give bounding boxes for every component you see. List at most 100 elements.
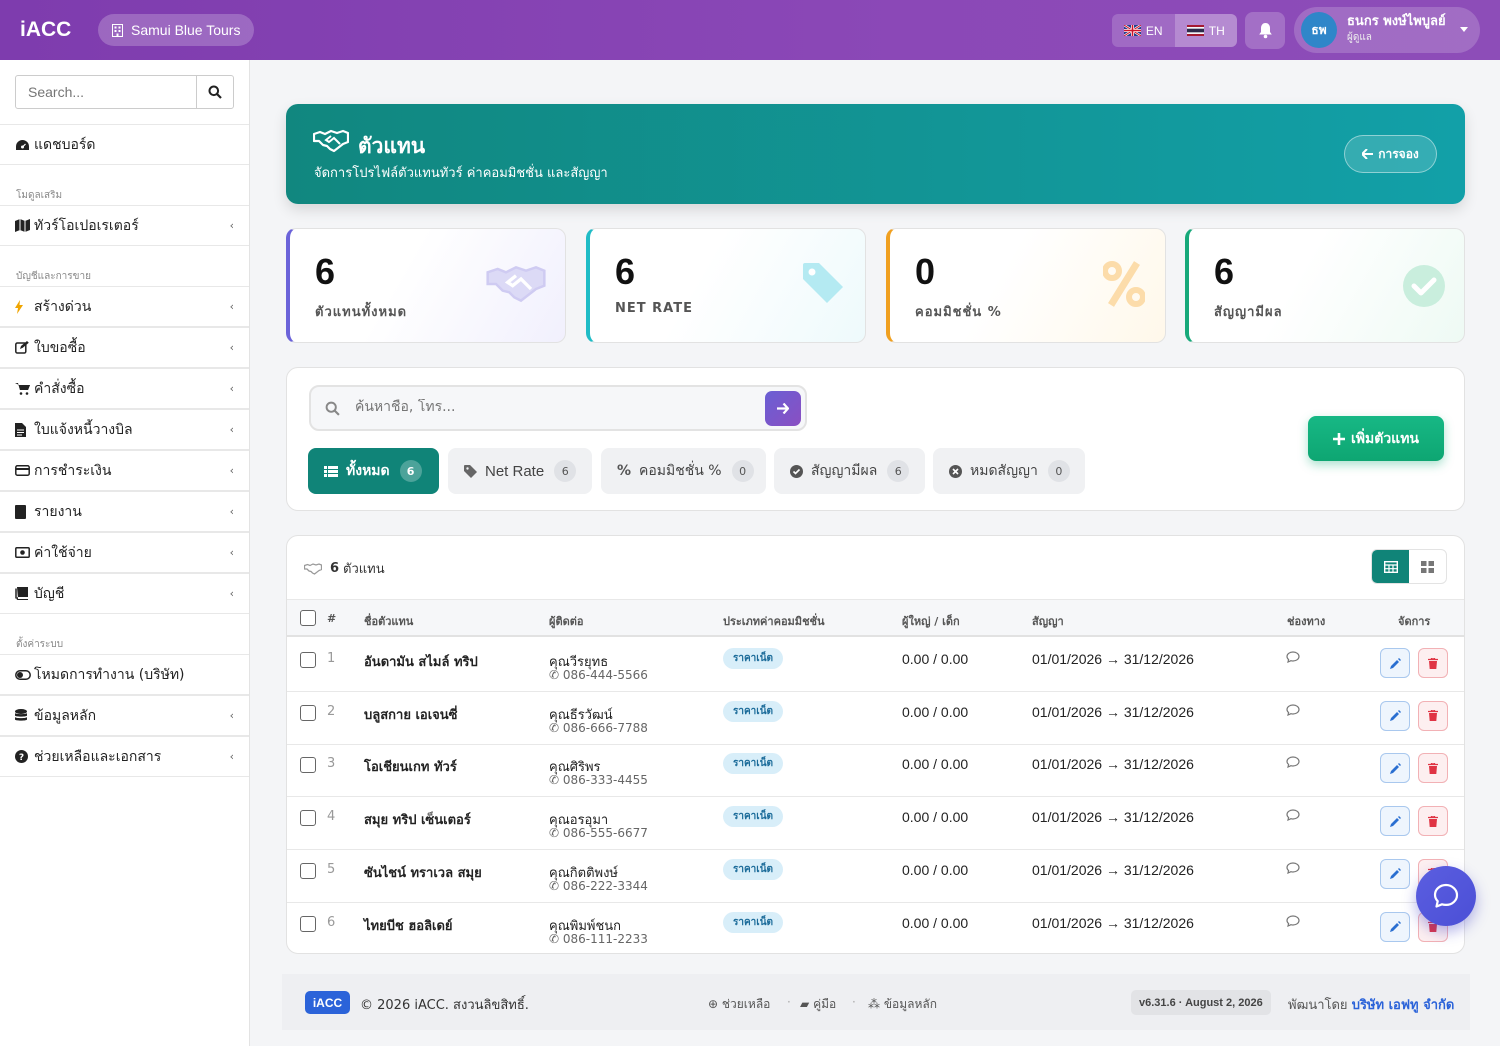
sidebar-item-purchase-order[interactable]: คำสั่งซื้อ ‹ bbox=[0, 368, 249, 409]
chat-button[interactable] bbox=[1416, 866, 1476, 926]
filter-chip-expired[interactable]: หมดสัญญา 0 bbox=[933, 448, 1085, 494]
search-icon bbox=[208, 85, 222, 99]
sidebar-item-help[interactable]: ? ช่วยเหลือและเอกสาร ‹ bbox=[0, 736, 249, 777]
lang-en-button[interactable]: EN bbox=[1112, 14, 1175, 47]
row-checkbox[interactable] bbox=[300, 810, 316, 827]
database-icon bbox=[15, 708, 31, 723]
filter-chip-active-contract[interactable]: สัญญามีผล 6 bbox=[774, 448, 925, 494]
credit-card-icon bbox=[15, 465, 31, 476]
ledger-icon bbox=[15, 587, 31, 600]
filter-chip-all[interactable]: ทั้งหมด 6 bbox=[308, 448, 439, 494]
developer-link[interactable]: บริษัท เอฟทู จำกัด bbox=[1352, 998, 1455, 1013]
row-checkbox[interactable] bbox=[300, 915, 316, 932]
agent-name[interactable]: อันดามัน สไมล์ ทริป bbox=[364, 651, 478, 672]
add-agent-button[interactable]: เพิ่มตัวแทน bbox=[1308, 416, 1444, 461]
sidebar-search-button[interactable] bbox=[196, 76, 233, 108]
delete-button[interactable] bbox=[1418, 806, 1448, 837]
agent-search-input[interactable] bbox=[355, 399, 735, 415]
tag-icon bbox=[803, 263, 843, 303]
footer-manual-link[interactable]: ▰ คู่มือ bbox=[800, 995, 836, 1014]
table-row[interactable]: 4 สมุย ทริป เซ็นเตอร์ คุณอรอุมา ✆ 086-55… bbox=[287, 797, 1464, 851]
sidebar-item-label: บัญชี bbox=[34, 585, 65, 602]
trash-icon bbox=[1428, 762, 1438, 774]
select-all-checkbox[interactable] bbox=[300, 610, 316, 626]
agent-name[interactable]: สมุย ทริป เซ็นเตอร์ bbox=[364, 809, 471, 830]
edit-button[interactable] bbox=[1380, 911, 1410, 942]
sidebar-item-payment[interactable]: การชำระเงิน ‹ bbox=[0, 450, 249, 491]
edit-button[interactable] bbox=[1380, 806, 1410, 837]
delete-button[interactable] bbox=[1418, 648, 1448, 678]
table-row[interactable]: 6 ไทยบีช ฮอลิเดย์ คุณพิมพ์ชนก ✆ 086-111-… bbox=[287, 903, 1464, 954]
sidebar-item-label: ใบขอซื้อ bbox=[34, 339, 86, 356]
arrow-right-icon bbox=[777, 403, 789, 414]
col-channel: ช่องทาง bbox=[1287, 615, 1326, 628]
agent-name[interactable]: โอเชียนเกท ทัวร์ bbox=[364, 756, 457, 777]
add-agent-label: เพิ่มตัวแทน bbox=[1350, 430, 1420, 447]
agent-name[interactable]: บลูสกาย เอเจนซี่ bbox=[364, 704, 458, 725]
edit-button[interactable] bbox=[1380, 858, 1410, 889]
delete-button[interactable] bbox=[1418, 700, 1448, 731]
grid-icon bbox=[1421, 560, 1434, 573]
sidebar-item-master-data[interactable]: ข้อมูลหลัก ‹ bbox=[0, 695, 249, 736]
delete-button[interactable] bbox=[1418, 753, 1448, 784]
footer-master-link[interactable]: ⁂ ข้อมูลหลัก bbox=[868, 995, 937, 1014]
row-number: 1 bbox=[327, 651, 336, 666]
sidebar-search bbox=[15, 75, 234, 109]
table-row[interactable]: 1 อันดามัน สไมล์ ทริป คุณวีรยุทธ ✆ 086-4… bbox=[287, 639, 1464, 692]
chip-count: 0 bbox=[1047, 460, 1070, 482]
search-submit-button[interactable] bbox=[765, 391, 801, 426]
stat-label: ตัวแทนทั้งหมด bbox=[315, 305, 408, 320]
chevron-left-icon: ‹ bbox=[229, 750, 234, 763]
col-actions: จัดการ bbox=[1398, 615, 1431, 628]
table-view-button[interactable] bbox=[1372, 550, 1409, 583]
row-checkbox[interactable] bbox=[300, 652, 316, 668]
sidebar-item-report[interactable]: รายงาน ‹ bbox=[0, 491, 249, 532]
chevron-left-icon: ‹ bbox=[229, 587, 234, 600]
chat-channel-icon bbox=[1286, 862, 1300, 878]
phone-icon: ✆ bbox=[549, 773, 560, 788]
page-header: ตัวแทน จัดการโปรไฟล์ตัวแทนทัวร์ ค่าคอมมิ… bbox=[286, 104, 1465, 204]
sidebar-item-account[interactable]: บัญชี ‹ bbox=[0, 573, 249, 614]
bell-icon bbox=[1258, 23, 1272, 39]
chevron-left-icon: ‹ bbox=[229, 709, 234, 722]
table-row[interactable]: 3 โอเชียนเกท ทัวร์ คุณศิริพร ✆ 086-333-4… bbox=[287, 744, 1464, 798]
user-menu[interactable]: ธพ ธนกร พงษ์ไพบูลย์ ผู้ดูแล bbox=[1294, 7, 1480, 53]
edit-button[interactable] bbox=[1380, 753, 1410, 784]
phone-icon: ✆ bbox=[549, 878, 560, 893]
sidebar-item-expense[interactable]: ค่าใช้จ่าย ‹ bbox=[0, 532, 249, 573]
grid-view-button[interactable] bbox=[1409, 550, 1446, 583]
edit-button[interactable] bbox=[1380, 648, 1410, 678]
app-logo[interactable]: iACC bbox=[20, 18, 98, 42]
sidebar-item-tour-operator[interactable]: ทัวร์โอเปอเรเตอร์ ‹ bbox=[0, 205, 249, 246]
lang-th-button[interactable]: TH bbox=[1174, 14, 1237, 47]
back-to-bookings-button[interactable]: การจอง bbox=[1344, 135, 1437, 173]
trash-icon bbox=[1428, 710, 1438, 722]
agent-name[interactable]: ไทยบีช ฮอลิเดย์ bbox=[364, 915, 453, 936]
sidebar-item-quick-create[interactable]: สร้างด่วน ‹ bbox=[0, 286, 249, 327]
table-row[interactable]: 2 บลูสกาย เอเจนซี่ คุณธีรวัฒน์ ✆ 086-666… bbox=[287, 692, 1464, 745]
table-row[interactable]: 5 ซันไชน์ ทราเวล สมุย คุณกิตติพงษ์ ✆ 086… bbox=[287, 850, 1464, 903]
footer-help-link[interactable]: ⊕ ช่วยเหลือ bbox=[708, 995, 770, 1014]
filter-chip-net-rate[interactable]: Net Rate 6 bbox=[448, 448, 592, 494]
row-checkbox[interactable] bbox=[300, 704, 316, 721]
sidebar-item-dashboard[interactable]: แดชบอร์ด bbox=[0, 124, 249, 165]
agent-name[interactable]: ซันไชน์ ทราเวล สมุย bbox=[364, 862, 482, 883]
sidebar-item-invoice[interactable]: ใบแจ้งหนี้วางบิล ‹ bbox=[0, 409, 249, 450]
notifications-button[interactable] bbox=[1245, 12, 1285, 49]
sidebar-item-quotation[interactable]: ใบขอซื้อ ‹ bbox=[0, 327, 249, 368]
edit-button[interactable] bbox=[1380, 700, 1410, 731]
tag-icon bbox=[464, 464, 477, 478]
edit-icon bbox=[1389, 657, 1401, 669]
filter-chip-commission[interactable]: % คอมมิชชั่น % 0 bbox=[601, 448, 766, 494]
phone-icon: ✆ bbox=[549, 720, 560, 735]
phone-number: 086-666-7788 bbox=[562, 720, 648, 735]
sidebar-search-input[interactable] bbox=[16, 76, 196, 108]
sidebar-item-work-mode[interactable]: โหมดการทำงาน (บริษัท) bbox=[0, 654, 249, 695]
row-checkbox[interactable] bbox=[300, 862, 316, 879]
bolt-icon bbox=[15, 299, 31, 314]
sidebar-item-label: คำสั่งซื้อ bbox=[34, 380, 85, 397]
row-checkbox[interactable] bbox=[300, 757, 316, 774]
company-switcher[interactable]: Samui Blue Tours bbox=[98, 14, 255, 46]
commission-type-badge: ราคาเน็ต bbox=[723, 911, 784, 933]
sidebar-item-label: แดชบอร์ด bbox=[34, 136, 96, 153]
